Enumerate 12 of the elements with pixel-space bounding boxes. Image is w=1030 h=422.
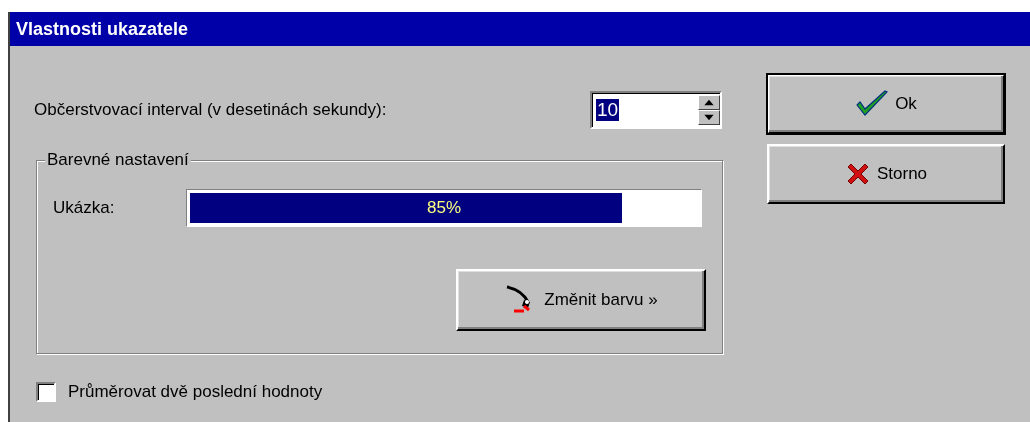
ok-button[interactable]: Ok bbox=[767, 74, 1005, 134]
preview-label: Ukázka: bbox=[53, 198, 116, 218]
interval-label: Občerstvovací interval (v desetinách sekundy): bbox=[34, 100, 388, 120]
interval-value: 10 bbox=[596, 99, 620, 121]
spin-buttons[interactable] bbox=[698, 95, 720, 125]
average-label: Průměrovat dvě poslední hodnoty bbox=[68, 382, 323, 402]
cancel-button[interactable]: Storno bbox=[767, 144, 1005, 204]
change-color-button[interactable]: Změnit barvu » bbox=[456, 269, 706, 331]
window-title: Vlastnosti ukazatele bbox=[10, 12, 1030, 46]
interval-spin-field[interactable]: 10 bbox=[590, 91, 722, 129]
average-checkbox[interactable] bbox=[36, 382, 56, 402]
progress-reading: 85% bbox=[426, 197, 462, 219]
